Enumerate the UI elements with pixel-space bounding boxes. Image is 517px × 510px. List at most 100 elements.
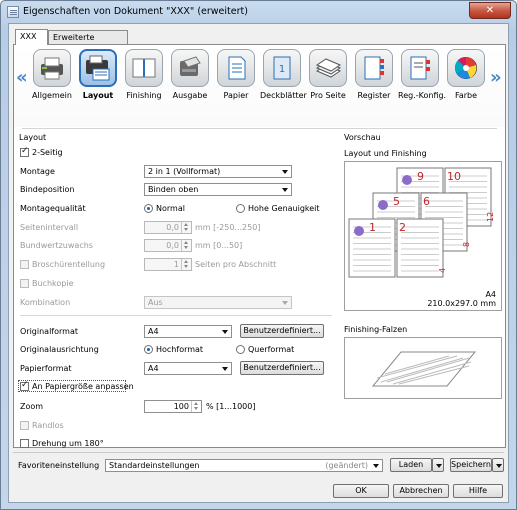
- scroll-left-icon[interactable]: «: [16, 67, 28, 88]
- buchkopie-label: Buchkopie: [32, 279, 74, 288]
- folding-title: Finishing-Falzen: [344, 325, 408, 334]
- querformat-radio[interactable]: [236, 345, 245, 354]
- paper-stack-icon: [315, 58, 342, 78]
- folding-preview: [344, 337, 502, 399]
- chevron-down-icon: [282, 188, 288, 192]
- duplex-label: 2-Seitig: [32, 148, 63, 157]
- output-tray-icon: [180, 56, 201, 76]
- paper-icon: [228, 56, 246, 80]
- bindeposition-label: Bindeposition: [20, 185, 75, 194]
- chevron-down-icon: [222, 330, 228, 334]
- broschuere-unit: Seiten pro Abschnitt: [195, 260, 277, 269]
- save-button[interactable]: Speichern: [450, 458, 492, 472]
- finishing-icon: [132, 58, 156, 78]
- seitenintervall-unit: mm [-250...250]: [195, 223, 261, 232]
- quality-normal-radio[interactable]: [144, 204, 153, 213]
- buchkopie-checkbox[interactable]: [20, 279, 29, 288]
- category-layout[interactable]: Layout: [76, 49, 120, 100]
- category-allgemein[interactable]: Allgemein: [30, 49, 74, 100]
- page-number: 5: [393, 195, 400, 208]
- category-finishing[interactable]: Finishing: [122, 49, 166, 100]
- preview-group: Vorschau Layout und Finishing 9 10 12 5 6 8 1 2…: [344, 129, 504, 447]
- favorites-state: (geändert): [325, 461, 368, 470]
- chevron-down-icon: [282, 301, 288, 305]
- layout-preview: 9 10 12 5 6 8 1 2 4 A4 210.0x297.0 mm: [344, 161, 502, 311]
- chevron-down-icon: [436, 464, 442, 468]
- querformat-label: Querformat: [248, 345, 295, 354]
- originalformat-select[interactable]: A4: [144, 325, 232, 338]
- category-label: Papier: [223, 91, 249, 100]
- category-label: Register: [357, 91, 391, 100]
- category-label: Allgemein: [32, 91, 72, 100]
- page-number: 9: [417, 170, 424, 183]
- broschuere-input[interactable]: 1: [144, 258, 192, 271]
- bundwert-unit: mm [0...50]: [195, 241, 243, 250]
- flower-image-icon: [354, 226, 364, 236]
- category-register[interactable]: Register: [352, 49, 396, 100]
- zoom-input[interactable]: 100: [144, 400, 202, 413]
- color-icon: [454, 56, 477, 79]
- register-config-icon: [410, 56, 430, 80]
- load-button[interactable]: Laden: [390, 458, 432, 472]
- preview-subtitle: Layout und Finishing: [344, 149, 427, 158]
- quality-high-label: Hohe Genauigkeit: [248, 204, 320, 213]
- montagequalitaet-label: Montagequalität: [20, 204, 86, 213]
- printer-icon: [41, 57, 63, 80]
- duplex-checkbox[interactable]: [20, 146, 29, 157]
- category-bar: « Allgemein Layout Finishing Ausgabe Pap…: [14, 45, 505, 127]
- tab-erweiterte-optionen[interactable]: Erweiterte Optionen: [48, 30, 128, 55]
- tab-panel: « Allgemein Layout Finishing Ausgabe Pap…: [13, 44, 506, 448]
- category-pro-seite[interactable]: Pro Seite: [306, 49, 350, 100]
- originalausrichtung-label: Originalausrichtung: [20, 345, 99, 354]
- category-farbe[interactable]: Farbe: [444, 49, 488, 100]
- favorites-select[interactable]: Standardeinstellungen (geändert): [105, 459, 383, 472]
- favorites-label: Favoriteneinstellung: [18, 461, 100, 470]
- booklet-preview-graphic: 9 10125 681 24: [348, 167, 495, 278]
- randlos-label: Randlos: [32, 421, 64, 430]
- svg-text:1: 1: [279, 64, 285, 75]
- category-label: Deckblätter: [260, 91, 307, 100]
- hochformat-label: Hochformat: [156, 345, 204, 354]
- category-deckblaetter[interactable]: 1 Deckblätter: [260, 49, 307, 100]
- kombination-label: Kombination: [20, 298, 71, 307]
- scroll-right-icon[interactable]: »: [490, 67, 502, 88]
- ok-button[interactable]: OK: [333, 484, 389, 498]
- category-ausgabe[interactable]: Ausgabe: [168, 49, 212, 100]
- chevron-down-icon: [222, 367, 228, 371]
- tab-xxx[interactable]: XXX: [15, 29, 48, 45]
- chevron-down-icon: [373, 464, 379, 468]
- layout-divider: [20, 315, 332, 316]
- folding-graphic: [371, 351, 477, 387]
- help-button[interactable]: Hilfe: [453, 484, 503, 498]
- register-tabs-icon: [364, 56, 384, 80]
- anpassen-checkbox[interactable]: [20, 380, 29, 391]
- drehung-checkbox[interactable]: [20, 439, 29, 448]
- save-menu-button[interactable]: [492, 458, 504, 472]
- properties-window: Eigenschaften von Dokument "XXX" (erweit…: [0, 0, 517, 510]
- flower-image-icon: [402, 175, 412, 185]
- category-papier[interactable]: Papier: [214, 49, 258, 100]
- quality-high-radio[interactable]: [236, 204, 245, 213]
- bundwert-input[interactable]: 0,0: [144, 239, 192, 252]
- category-label: Layout: [82, 91, 114, 100]
- close-button[interactable]: ✕: [469, 2, 511, 19]
- hochformat-radio[interactable]: [144, 345, 153, 354]
- page-number: 6: [423, 195, 430, 208]
- papierformat-select[interactable]: A4: [144, 362, 232, 375]
- load-menu-button[interactable]: [432, 458, 444, 472]
- paper-custom-button[interactable]: Benutzerdefiniert...: [240, 361, 324, 375]
- bindeposition-select[interactable]: Binden oben: [144, 183, 292, 196]
- layout-group-title: Layout: [19, 133, 47, 142]
- preview-size: 210.0x297.0 mm: [427, 299, 496, 308]
- seitenintervall-input[interactable]: 0,0: [144, 221, 192, 234]
- preview-title: Vorschau: [344, 133, 381, 142]
- broschuere-checkbox[interactable]: [20, 260, 29, 269]
- montage-select[interactable]: 2 in 1 (Vollformat): [144, 165, 292, 178]
- broschuere-label: Broschürenteilung: [32, 260, 106, 269]
- original-custom-button[interactable]: Benutzerdefiniert...: [240, 324, 324, 338]
- category-reg-konfig[interactable]: Reg.-Konfig.: [398, 49, 446, 100]
- title-bar: Eigenschaften von Dokument "XXX" (erweit…: [1, 1, 516, 23]
- cancel-button[interactable]: Abbrechen: [393, 484, 449, 498]
- randlos-checkbox[interactable]: [20, 421, 29, 430]
- kombination-select[interactable]: Aus: [144, 296, 292, 309]
